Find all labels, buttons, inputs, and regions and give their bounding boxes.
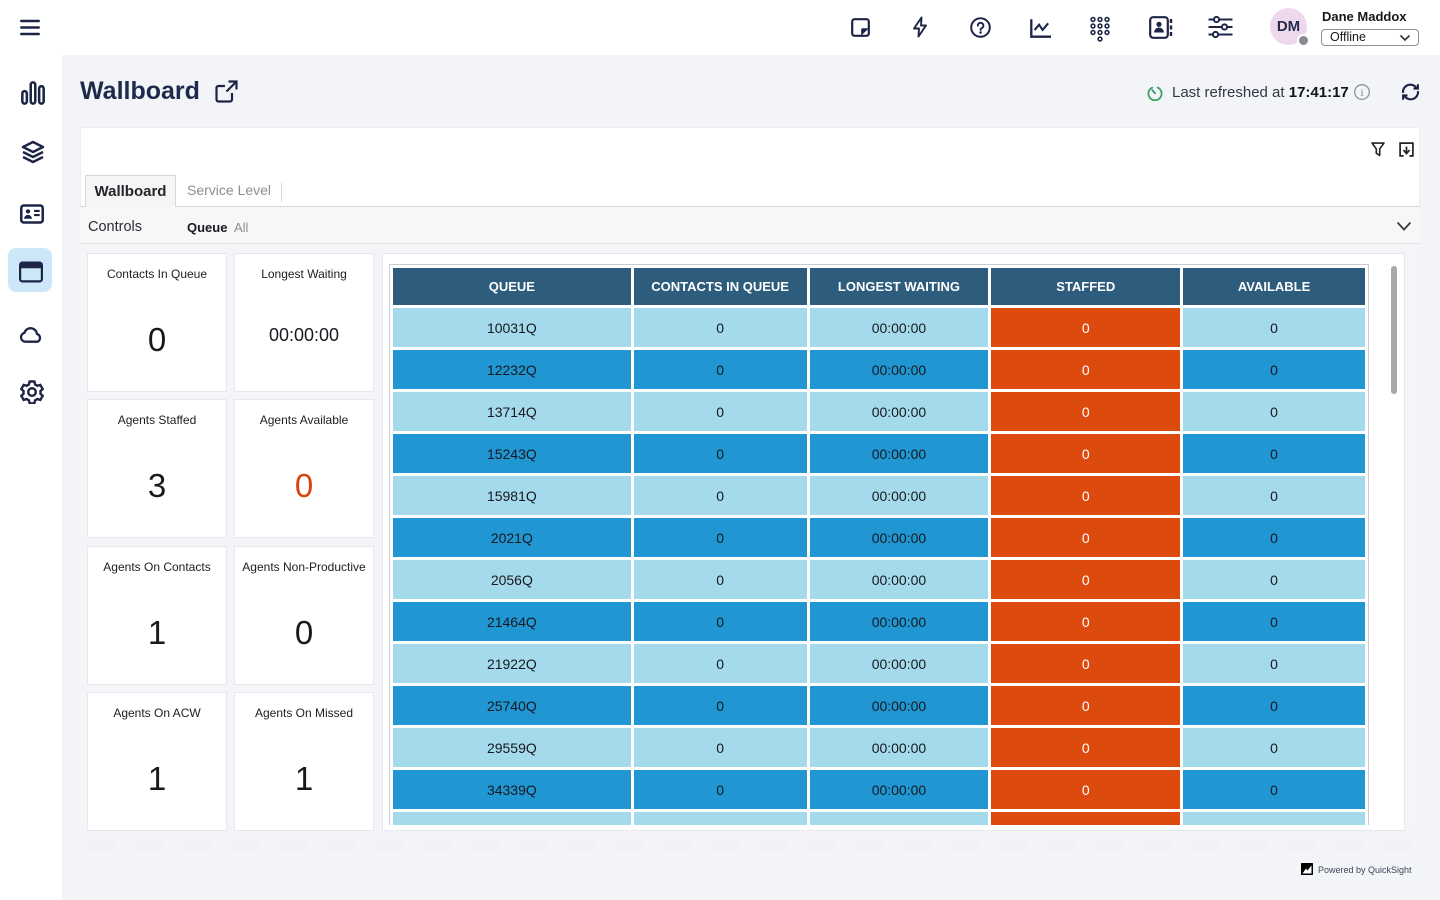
svg-text:i: i (1360, 87, 1363, 99)
